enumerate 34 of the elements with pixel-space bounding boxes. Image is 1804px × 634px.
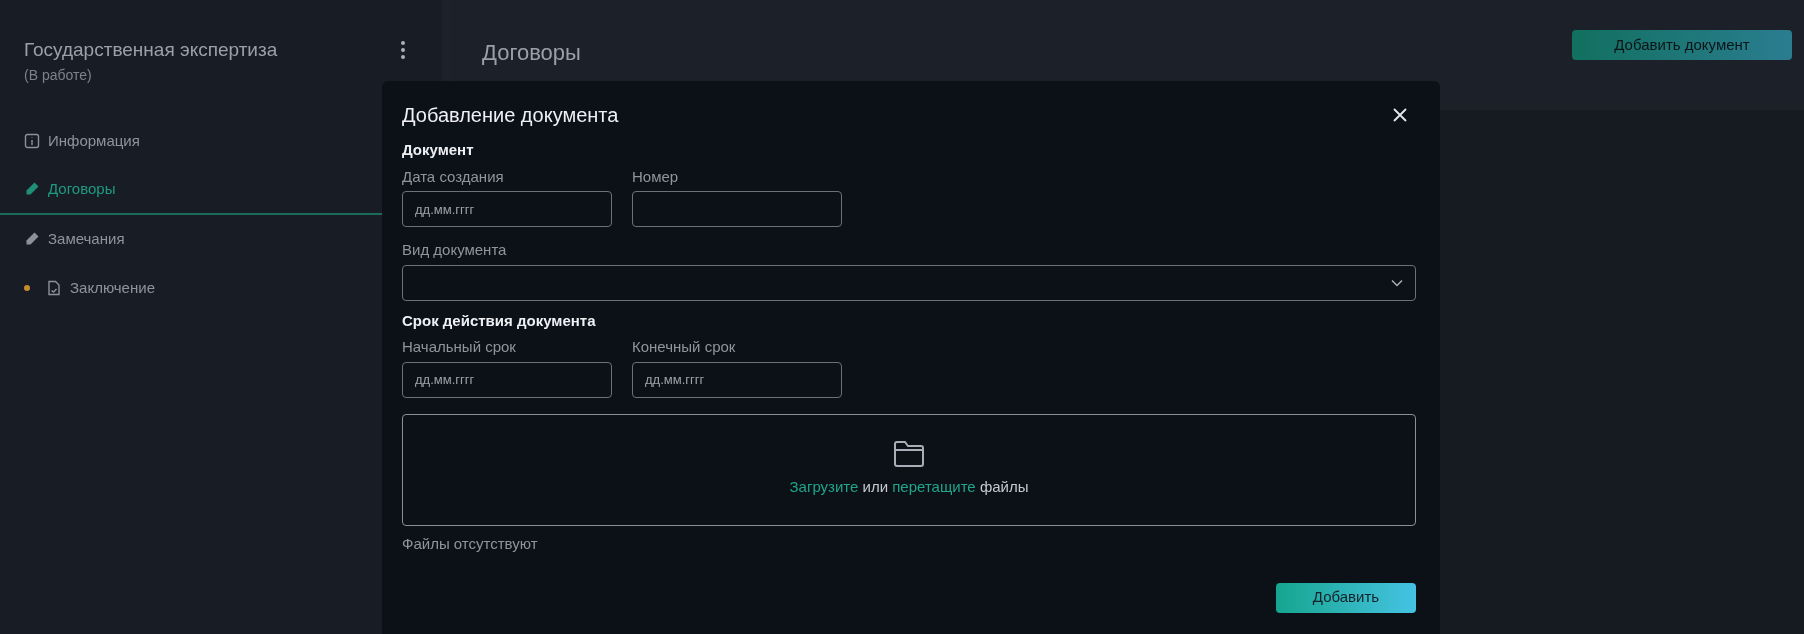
upload-link[interactable]: Загрузите xyxy=(789,478,859,496)
input-field[interactable]: дд.мм.гггг xyxy=(632,361,842,398)
project-title: Государственная экспертиза xyxy=(24,38,278,62)
document-icon xyxy=(46,280,62,296)
nav-item[interactable]: Заключение xyxy=(0,263,382,313)
document-type-select[interactable] xyxy=(402,264,1416,301)
field-label: Вид документа xyxy=(402,240,508,260)
close-icon[interactable] xyxy=(1392,107,1408,123)
more-icon[interactable] xyxy=(400,40,406,60)
project-status: (В работе) xyxy=(24,65,93,85)
files-status: Файлы отсутствуют xyxy=(402,534,538,552)
chevron-icon xyxy=(1391,278,1403,287)
pencil-icon xyxy=(24,181,40,197)
add-document-button[interactable]: Добавить документ xyxy=(1572,30,1792,60)
input-field[interactable] xyxy=(632,191,842,227)
folder-icon xyxy=(893,440,925,469)
input-field[interactable]: дд.мм.гггг xyxy=(402,361,612,398)
dropzone-text: Загрузите или перетащите файлы xyxy=(789,477,1029,498)
nav-item[interactable]: Информация xyxy=(0,116,382,166)
file-dropzone[interactable]: Загрузите или перетащите файлы xyxy=(402,413,1416,526)
input-field[interactable]: дд.мм.гггг xyxy=(402,191,612,227)
section-heading: Срок действия документа xyxy=(402,310,597,331)
submit-button[interactable]: Добавить xyxy=(1276,582,1416,613)
field-label: Начальный срок xyxy=(402,337,517,357)
dialog-title: Добавление документа xyxy=(402,103,619,128)
page-title: Договоры xyxy=(482,39,581,67)
section-heading: Документ xyxy=(402,140,475,160)
field-label: Номер xyxy=(632,166,680,187)
field-label: Дата создания xyxy=(402,166,505,187)
pencil-icon xyxy=(24,231,40,247)
drag-link[interactable]: перетащите xyxy=(892,478,976,496)
info-icon xyxy=(24,133,40,149)
nav-item[interactable]: Замечания xyxy=(0,214,382,264)
field-label: Конечный срок xyxy=(632,337,737,357)
